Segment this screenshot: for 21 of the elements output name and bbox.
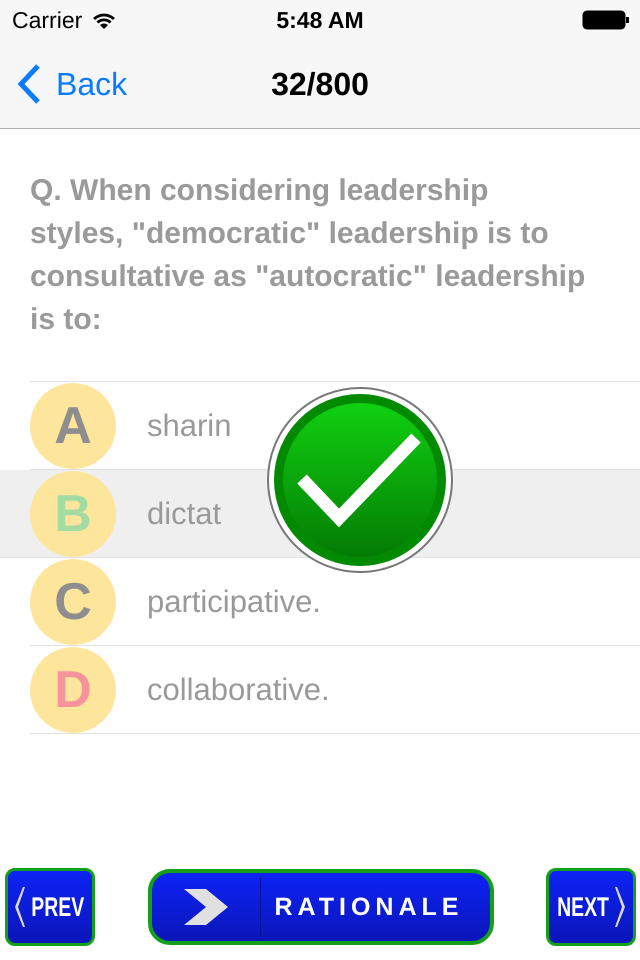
right-chevron-icon <box>615 887 627 927</box>
answer-text: collaborative. <box>147 672 330 708</box>
carrier-name: Carrier <box>12 6 82 34</box>
back-chevron-icon <box>16 63 42 105</box>
next-button[interactable]: NEXT <box>546 868 636 946</box>
answer-text: sharin <box>147 408 232 444</box>
answer-text: participative. <box>147 584 322 620</box>
question-text: Q. When considering leadership styles, "democratic" leadership is to consultative as "autocratic" leadership is to: <box>30 173 586 338</box>
answer-letter: C <box>54 572 92 632</box>
wifi-icon <box>92 11 116 29</box>
rationale-button[interactable]: RATIONALE <box>148 869 494 945</box>
left-chevron-icon <box>13 887 26 927</box>
answer-letter: A <box>54 396 92 456</box>
battery-icon <box>582 10 630 30</box>
answer-text: dictat <box>147 496 222 532</box>
question-counter: 32/800 <box>271 66 369 102</box>
prev-button[interactable]: PREV <box>5 868 95 946</box>
back-button[interactable]: Back <box>0 63 128 105</box>
answer-letter: D <box>54 660 92 720</box>
status-time: 5:48 AM <box>276 6 364 34</box>
answer-letter: B <box>54 484 92 544</box>
